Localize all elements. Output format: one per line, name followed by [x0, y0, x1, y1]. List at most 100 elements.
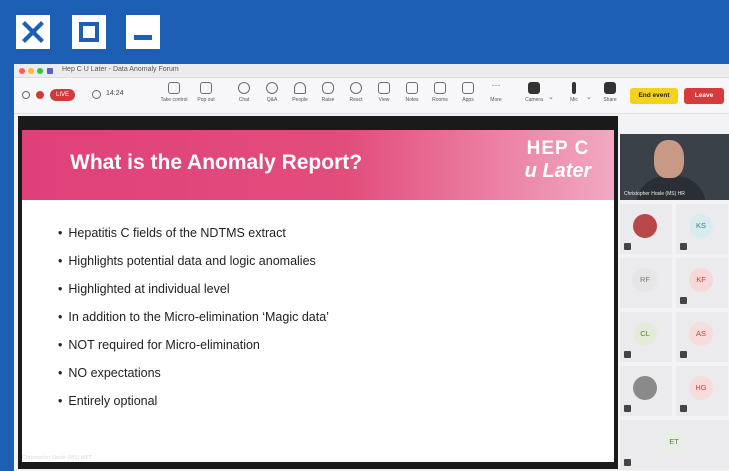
muted-mic-icon: [624, 405, 631, 412]
window-title: Hep C U Later - Data Anomaly Forum: [62, 66, 179, 73]
bullet-item: Hepatitis C fields of the NDTMS extract: [58, 226, 329, 254]
logo-line-2: u Later: [524, 160, 592, 182]
notes-icon: [406, 82, 418, 94]
screen: Hep C U Later - Data Anomaly Forum LIVE …: [0, 0, 729, 471]
maximize-window-button[interactable]: [72, 15, 106, 49]
traffic-zoom-icon[interactable]: [37, 68, 43, 74]
meeting-window: Hep C U Later - Data Anomaly Forum LIVE …: [14, 64, 729, 471]
apps-button[interactable]: Apps: [454, 82, 482, 103]
participant-tile[interactable]: KF: [676, 258, 728, 308]
minimize-icon: [134, 35, 152, 40]
muted-mic-icon: [624, 351, 631, 358]
pop-out-icon: [200, 82, 212, 94]
bullet-item: Highlights potential data and logic anom…: [58, 254, 329, 282]
participant-tile[interactable]: [620, 366, 672, 416]
recording-icon: [36, 91, 44, 99]
hep-c-u-later-logo: HEP C u Later: [508, 138, 608, 194]
mic-options-chevron-icon[interactable]: ⌄: [586, 93, 592, 101]
teams-app-icon: [47, 68, 53, 74]
apps-icon: [462, 82, 474, 94]
participant-tile[interactable]: ET: [620, 420, 729, 470]
meeting-toolbar: LIVE 14:24 Take control Pop out Chat Q&A…: [14, 78, 729, 114]
participant-tile[interactable]: KS: [676, 204, 728, 254]
take-control-icon: [168, 82, 180, 94]
camera-button[interactable]: Camera: [520, 82, 548, 103]
people-icon: [294, 82, 306, 94]
participant-initials-avatar: CL: [633, 322, 657, 346]
slide-bullet-list: Hepatitis C fields of the NDTMS extract …: [58, 226, 329, 422]
participants-panel: Christopher Hosle (MS) HR KS RF KF CL AS…: [620, 116, 729, 471]
traffic-minimize-icon[interactable]: [28, 68, 34, 74]
take-control-button[interactable]: Take control: [160, 82, 188, 103]
participant-initials-avatar: RF: [633, 268, 657, 292]
leave-button[interactable]: Leave: [684, 88, 724, 104]
mic-icon: [572, 82, 576, 94]
titlebar: Hep C U Later - Data Anomaly Forum: [14, 64, 729, 78]
muted-mic-icon: [624, 459, 631, 466]
qa-button[interactable]: Q&A: [258, 82, 286, 103]
participant-initials-avatar: KS: [689, 214, 713, 238]
notes-button[interactable]: Notes: [398, 82, 426, 103]
shared-content-stage: What is the Anomaly Report? HEP C u Late…: [18, 116, 618, 469]
close-window-button[interactable]: [16, 15, 50, 49]
meeting-timer: 14:24: [106, 90, 124, 97]
muted-mic-icon: [624, 243, 631, 250]
smiley-icon: [350, 82, 362, 94]
share-button[interactable]: Share: [596, 82, 624, 103]
clock-icon: [92, 90, 101, 99]
muted-mic-icon: [680, 243, 687, 250]
chat-button[interactable]: Chat: [230, 82, 258, 103]
logo-line-1: HEP C: [526, 138, 590, 159]
end-event-button[interactable]: End event: [630, 88, 678, 104]
bullet-item: Highlighted at individual level: [58, 282, 329, 310]
muted-mic-icon: [680, 297, 687, 304]
chat-icon: [238, 82, 250, 94]
qa-icon: [266, 82, 278, 94]
slide-title-banner: What is the Anomaly Report? HEP C u Late…: [22, 130, 614, 200]
traffic-close-icon[interactable]: [19, 68, 25, 74]
maximize-icon: [79, 22, 99, 42]
presenter-name-strip: Christopher Hosle (MS) MFT: [22, 455, 93, 461]
grid-icon: [378, 82, 390, 94]
bullet-item: NO expectations: [58, 366, 329, 394]
participant-initials-avatar: ET: [662, 430, 686, 454]
slide-title: What is the Anomaly Report?: [70, 151, 363, 174]
participant-tile[interactable]: [620, 204, 672, 254]
muted-mic-icon: [680, 351, 687, 358]
presenter-face: [654, 140, 684, 178]
camera-icon: [528, 82, 540, 94]
raise-hand-button[interactable]: Raise: [314, 82, 342, 103]
participant-tile[interactable]: AS: [676, 312, 728, 362]
minimize-window-button[interactable]: [126, 15, 160, 49]
rooms-button[interactable]: Rooms: [426, 82, 454, 103]
people-button[interactable]: People: [286, 82, 314, 103]
participant-tile[interactable]: CL: [620, 312, 672, 362]
bullet-item: In addition to the Micro-elimination ‘Ma…: [58, 310, 329, 338]
mic-button[interactable]: Mic: [560, 82, 588, 103]
bullet-item: Entirely optional: [58, 394, 329, 422]
camera-options-chevron-icon[interactable]: ⌄: [548, 93, 554, 101]
muted-mic-icon: [680, 405, 687, 412]
pop-out-button[interactable]: Pop out: [192, 82, 220, 103]
participant-initials-avatar: KF: [689, 268, 713, 292]
bullet-item: NOT required for Micro-elimination: [58, 338, 329, 366]
view-button[interactable]: View: [370, 82, 398, 103]
share-icon: [604, 82, 616, 94]
more-button[interactable]: ··· More: [482, 80, 510, 104]
presenter-video-tile[interactable]: Christopher Hosle (MS) HR: [620, 134, 729, 200]
participant-photo-avatar: [633, 214, 657, 238]
presentation-slide: What is the Anomaly Report? HEP C u Late…: [22, 130, 614, 462]
participant-photo-avatar: [633, 376, 657, 400]
participant-tile[interactable]: RF: [620, 258, 672, 308]
participant-initials-avatar: AS: [689, 322, 713, 346]
rooms-icon: [434, 82, 446, 94]
participant-tile[interactable]: HG: [676, 366, 728, 416]
live-badge[interactable]: LIVE: [50, 89, 76, 101]
participant-initials-avatar: HG: [689, 376, 713, 400]
status-icon: [22, 91, 30, 99]
presenter-name: Christopher Hosle (MS) HR: [624, 191, 685, 197]
react-button[interactable]: React: [342, 82, 370, 103]
close-icon: [22, 21, 44, 43]
more-icon: ···: [491, 80, 501, 90]
hand-icon: [322, 82, 334, 94]
